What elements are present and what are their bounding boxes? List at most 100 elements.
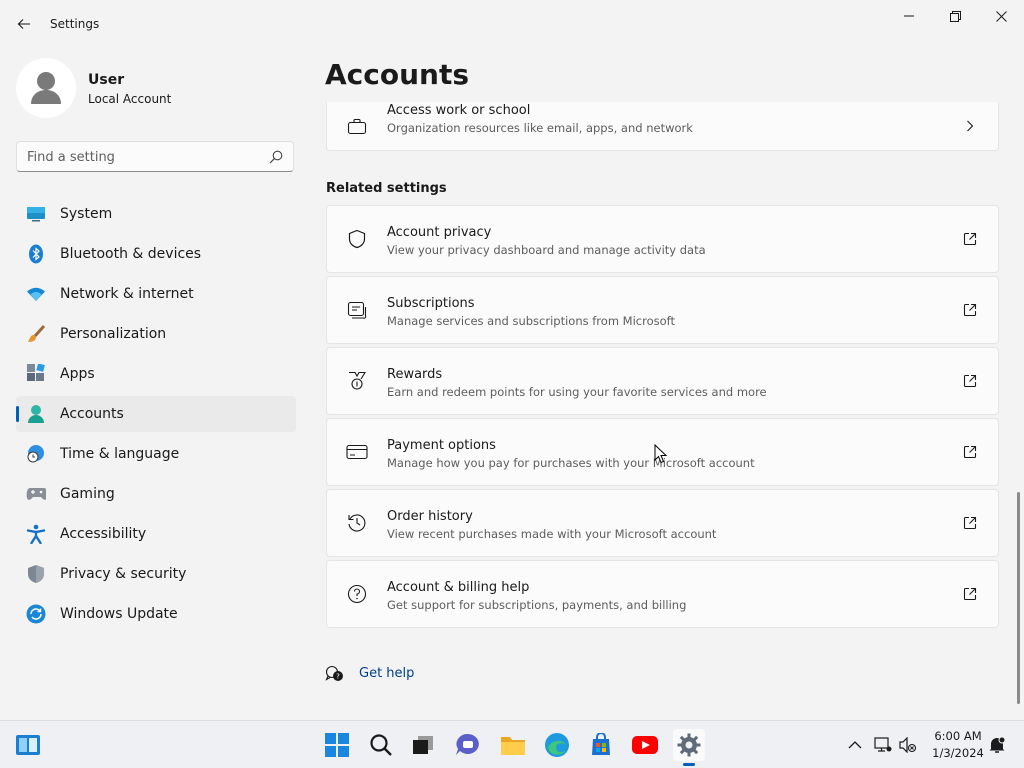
app-title: Settings bbox=[50, 17, 100, 31]
sidebar-item-gaming[interactable]: Gaming bbox=[16, 476, 296, 512]
notifications-button[interactable] bbox=[981, 729, 1013, 761]
subscriptions-icon bbox=[346, 299, 368, 321]
sidebar-item-privacy[interactable]: Privacy & security bbox=[16, 556, 296, 592]
medal-icon bbox=[346, 370, 368, 392]
card-account-privacy[interactable]: Account privacy View your privacy dashbo… bbox=[326, 205, 999, 273]
monitor-icon bbox=[26, 204, 46, 224]
card-title: Rewards bbox=[387, 367, 443, 382]
youtube-button[interactable] bbox=[629, 729, 661, 761]
chat-icon bbox=[456, 733, 479, 755]
external-link-icon bbox=[962, 373, 978, 389]
sidebar-item-label: Bluetooth & devices bbox=[60, 246, 202, 262]
sidebar-item-label: Gaming bbox=[60, 486, 115, 502]
sidebar-item-label: Personalization bbox=[60, 326, 167, 342]
card-subscriptions[interactable]: Subscriptions Manage services and subscr… bbox=[326, 276, 999, 344]
close-button[interactable] bbox=[978, 0, 1024, 32]
file-explorer-button[interactable] bbox=[497, 729, 529, 761]
card-subtitle: Organization resources like email, apps,… bbox=[387, 121, 693, 135]
card-subtitle: Get support for subscriptions, payments,… bbox=[387, 598, 687, 612]
credit-card-icon bbox=[346, 441, 368, 463]
card-title: Subscriptions bbox=[387, 296, 475, 311]
taskbar-search-button[interactable] bbox=[365, 729, 397, 761]
search-box bbox=[16, 141, 294, 173]
sidebar-item-system[interactable]: System bbox=[16, 196, 296, 232]
folder-icon bbox=[501, 737, 525, 755]
search-input[interactable] bbox=[17, 142, 269, 173]
card-subtitle: View recent purchases made with your Mic… bbox=[387, 527, 717, 541]
sidebar-item-label: Accessibility bbox=[60, 526, 147, 542]
sidebar-item-time-language[interactable]: Time & language bbox=[16, 436, 296, 472]
store-icon bbox=[592, 733, 610, 755]
sidebar-nav: System Bluetooth & devices Network & int… bbox=[16, 196, 296, 636]
card-access-work-school[interactable]: Access work or school Organization resou… bbox=[326, 102, 999, 151]
restore-button[interactable] bbox=[932, 0, 978, 32]
card-title: Payment options bbox=[387, 438, 496, 453]
back-button[interactable] bbox=[8, 10, 40, 38]
globe-clock-icon bbox=[26, 444, 46, 464]
sidebar-item-network[interactable]: Network & internet bbox=[16, 276, 296, 312]
sidebar-item-label: Time & language bbox=[60, 446, 180, 462]
card-title: Order history bbox=[387, 509, 473, 524]
sidebar-item-apps[interactable]: Apps bbox=[16, 356, 296, 392]
card-subtitle: Manage how you pay for purchases with yo… bbox=[387, 456, 755, 470]
card-title: Account & billing help bbox=[387, 580, 530, 595]
external-link-icon bbox=[962, 515, 978, 531]
user-silhouette-icon bbox=[31, 72, 61, 104]
user-profile[interactable]: User Local Account bbox=[16, 58, 296, 118]
profile-name: User bbox=[88, 72, 125, 88]
start-button[interactable] bbox=[321, 729, 353, 761]
card-order-history[interactable]: Order history View recent purchases made… bbox=[326, 489, 999, 557]
store-button[interactable] bbox=[585, 729, 617, 761]
related-settings-heading: Related settings bbox=[326, 181, 447, 196]
title-bar: Settings bbox=[0, 0, 1024, 48]
sidebar-item-accessibility[interactable]: Accessibility bbox=[16, 516, 296, 552]
windows-logo-icon bbox=[325, 733, 349, 757]
wifi-icon bbox=[26, 284, 46, 304]
youtube-icon bbox=[632, 736, 658, 754]
update-icon bbox=[26, 604, 46, 624]
sidebar-item-windows-update[interactable]: Windows Update bbox=[16, 596, 296, 632]
search-icon bbox=[370, 734, 392, 756]
task-view-icon bbox=[413, 736, 433, 754]
scrollbar-thumb[interactable] bbox=[1017, 492, 1020, 704]
profile-account-type: Local Account bbox=[88, 92, 172, 106]
edge-button[interactable] bbox=[541, 729, 573, 761]
widgets-button[interactable] bbox=[12, 729, 44, 761]
task-view-button[interactable] bbox=[407, 729, 439, 761]
notification-bell-icon bbox=[989, 736, 1006, 753]
external-link-icon bbox=[962, 231, 978, 247]
widgets-icon bbox=[16, 735, 40, 755]
restore-icon bbox=[949, 10, 961, 22]
back-arrow-icon bbox=[17, 19, 30, 29]
sidebar-item-label: System bbox=[60, 206, 113, 222]
mouse-pointer-icon bbox=[654, 444, 668, 464]
sidebar-item-accounts[interactable]: Accounts bbox=[16, 396, 296, 432]
minimize-button[interactable] bbox=[886, 0, 932, 32]
external-link-icon bbox=[962, 302, 978, 318]
shield-outline-icon bbox=[346, 228, 368, 250]
external-link-icon bbox=[962, 586, 978, 602]
shield-icon bbox=[26, 564, 46, 584]
settings-window: Settings User Local Account System Bluet… bbox=[0, 0, 1024, 720]
settings-taskbar-button[interactable] bbox=[673, 729, 705, 766]
svg-text:?: ? bbox=[336, 673, 340, 681]
question-icon bbox=[346, 583, 368, 605]
chat-button[interactable] bbox=[452, 729, 484, 761]
gamepad-icon bbox=[26, 484, 46, 504]
avatar bbox=[16, 58, 76, 118]
gear-icon bbox=[677, 733, 701, 757]
sidebar-item-personalization[interactable]: Personalization bbox=[16, 316, 296, 352]
card-subtitle: Earn and redeem points for using your fa… bbox=[387, 385, 767, 399]
card-title: Access work or school bbox=[387, 103, 531, 118]
taskbar: 6:00 AM 1/3/2024 bbox=[0, 720, 1024, 768]
search-icon[interactable] bbox=[269, 150, 283, 164]
page-title: Accounts bbox=[325, 58, 470, 91]
get-help-link[interactable]: ? Get help bbox=[325, 664, 525, 686]
edge-icon bbox=[545, 733, 569, 757]
brush-icon bbox=[26, 324, 46, 344]
volume-button[interactable] bbox=[892, 729, 924, 761]
card-rewards[interactable]: Rewards Earn and redeem points for using… bbox=[326, 347, 999, 415]
card-account-billing-help[interactable]: Account & billing help Get support for s… bbox=[326, 560, 999, 628]
close-icon bbox=[995, 10, 1007, 22]
sidebar-item-bluetooth[interactable]: Bluetooth & devices bbox=[16, 236, 296, 272]
